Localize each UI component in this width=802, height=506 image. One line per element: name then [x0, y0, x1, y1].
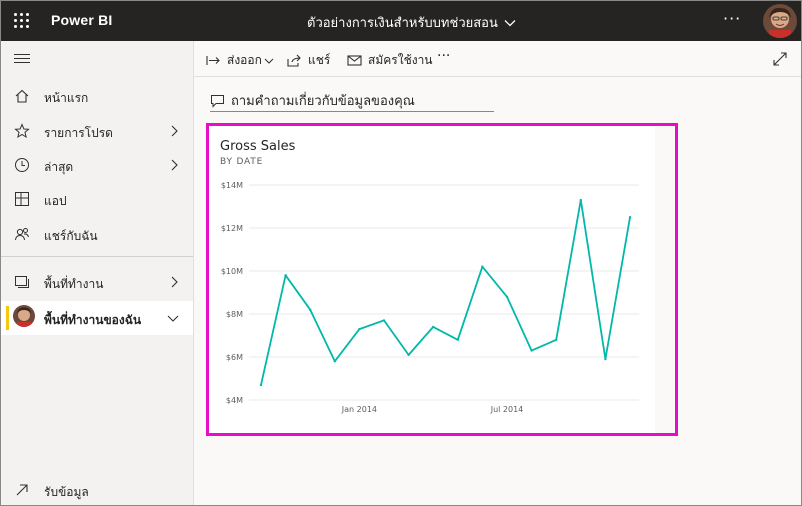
nav-item-label: หน้าแรก: [44, 91, 89, 105]
data-point[interactable]: [604, 357, 607, 361]
fullscreen-expand-icon[interactable]: [772, 51, 788, 67]
nav-item-label: พื้นที่ทำงานของฉัน: [44, 313, 142, 327]
action-bar: ส่งออก แชร์ สมัครใช้งาน ···: [194, 41, 801, 77]
data-point[interactable]: [333, 360, 336, 363]
y-tick-label: $12M: [221, 224, 243, 233]
nav-item-recent[interactable]: ล่าสุด: [1, 148, 193, 182]
workspaces-icon: [15, 276, 29, 288]
top-header: Power BI ตัวอย่างการเงินสำหรับบทช่วยสอน …: [1, 1, 801, 41]
more-actions-button[interactable]: ···: [437, 48, 450, 64]
data-point[interactable]: [309, 308, 312, 311]
user-avatar[interactable]: [763, 4, 797, 38]
qna-input[interactable]: ถามคำถามเกี่ยวกับข้อมูลของคุณ: [210, 90, 494, 112]
y-tick-label: $6M: [226, 353, 243, 362]
chevron-down-icon: [504, 19, 516, 26]
share-label: แชร์: [308, 53, 331, 67]
chevron-down-icon: [264, 58, 274, 64]
arrow-up-right-icon: [16, 484, 28, 496]
subscribe-label: สมัครใช้งาน: [368, 53, 433, 67]
shared-icon: [15, 228, 29, 241]
nav-item-label: แชร์กับฉัน: [44, 229, 98, 243]
nav-item-label: รายการโปรด: [44, 126, 113, 140]
data-point[interactable]: [481, 265, 484, 268]
qna-placeholder: ถามคำถามเกี่ยวกับข้อมูลของคุณ: [231, 94, 415, 109]
nav-item-get-data[interactable]: รับข้อมูล: [1, 473, 193, 505]
clock-icon: [15, 158, 29, 172]
data-point[interactable]: [284, 274, 287, 277]
y-tick-label: $14M: [221, 181, 243, 190]
document-title-dropdown[interactable]: ตัวอย่างการเงินสำหรับบทช่วยสอน: [307, 12, 516, 33]
nav-item-label: รับข้อมูล: [44, 485, 89, 499]
y-tick-label: $4M: [226, 396, 243, 405]
line-chart[interactable]: $4M $6M $8M $10M $12M $14M Jan 2014 Jul 2014: [209, 171, 655, 423]
app-launcher-icon[interactable]: [14, 13, 30, 29]
nav-item-label: แอป: [44, 194, 67, 208]
more-options-button[interactable]: ···: [723, 9, 741, 28]
data-point[interactable]: [579, 198, 582, 202]
export-button[interactable]: ส่งออก: [206, 51, 274, 70]
chevron-right-icon: [171, 159, 178, 171]
data-point[interactable]: [432, 325, 435, 329]
mail-icon: [347, 55, 362, 66]
document-title: ตัวอย่างการเงินสำหรับบทช่วยสอน: [307, 16, 498, 31]
app-window: Power BI ตัวอย่างการเงินสำหรับบทช่วยสอน …: [0, 0, 802, 506]
data-point[interactable]: [505, 295, 509, 298]
data-point[interactable]: [407, 353, 410, 357]
star-icon: [14, 123, 30, 139]
data-point[interactable]: [628, 216, 632, 219]
nav-item-home[interactable]: หน้าแรก: [1, 79, 193, 113]
home-icon: [15, 89, 29, 103]
data-point[interactable]: [555, 338, 558, 341]
share-button[interactable]: แชร์: [287, 51, 330, 70]
active-indicator: [6, 306, 9, 330]
data-point[interactable]: [456, 338, 459, 341]
nav-divider: [1, 256, 193, 257]
chevron-down-icon: [167, 315, 179, 322]
data-point[interactable]: [259, 383, 263, 387]
nav-item-label: ล่าสุด: [44, 160, 74, 174]
x-tick-label: Jan 2014: [341, 405, 377, 414]
chevron-right-icon: [171, 125, 178, 137]
export-icon: [206, 56, 220, 65]
x-tick-label: Jul 2014: [490, 405, 524, 414]
avatar: [13, 305, 35, 327]
subscribe-button[interactable]: สมัครใช้งาน: [347, 51, 433, 70]
nav-item-shared-with-me[interactable]: แชร์กับฉัน: [1, 217, 193, 251]
hamburger-menu-icon[interactable]: [14, 54, 30, 66]
nav-item-my-workspace[interactable]: พื้นที่ทำงานของฉัน: [1, 301, 193, 335]
data-point[interactable]: [358, 327, 361, 331]
navigation-pane: หน้าแรก รายการโปรด ล่าสุด แอป แชร์กับฉัน…: [1, 41, 194, 505]
data-point[interactable]: [530, 349, 533, 352]
export-label: ส่งออก: [227, 53, 262, 67]
data-point[interactable]: [382, 319, 386, 322]
tile-title: Gross Sales: [220, 139, 296, 154]
nav-item-apps[interactable]: แอป: [1, 182, 193, 216]
tile-subtitle: BY DATE: [220, 157, 264, 167]
app-name[interactable]: Power BI: [51, 12, 113, 28]
y-tick-label: $10M: [221, 267, 243, 276]
nav-item-favorites[interactable]: รายการโปรด: [1, 114, 193, 148]
y-tick-label: $8M: [226, 310, 243, 319]
share-icon: [287, 54, 301, 67]
chevron-right-icon: [171, 276, 178, 288]
apps-icon: [15, 192, 29, 206]
chat-bubble-icon: [211, 94, 224, 108]
nav-item-workspaces[interactable]: พื้นที่ทำงาน: [1, 265, 193, 299]
nav-item-label: พื้นที่ทำงาน: [44, 277, 104, 291]
